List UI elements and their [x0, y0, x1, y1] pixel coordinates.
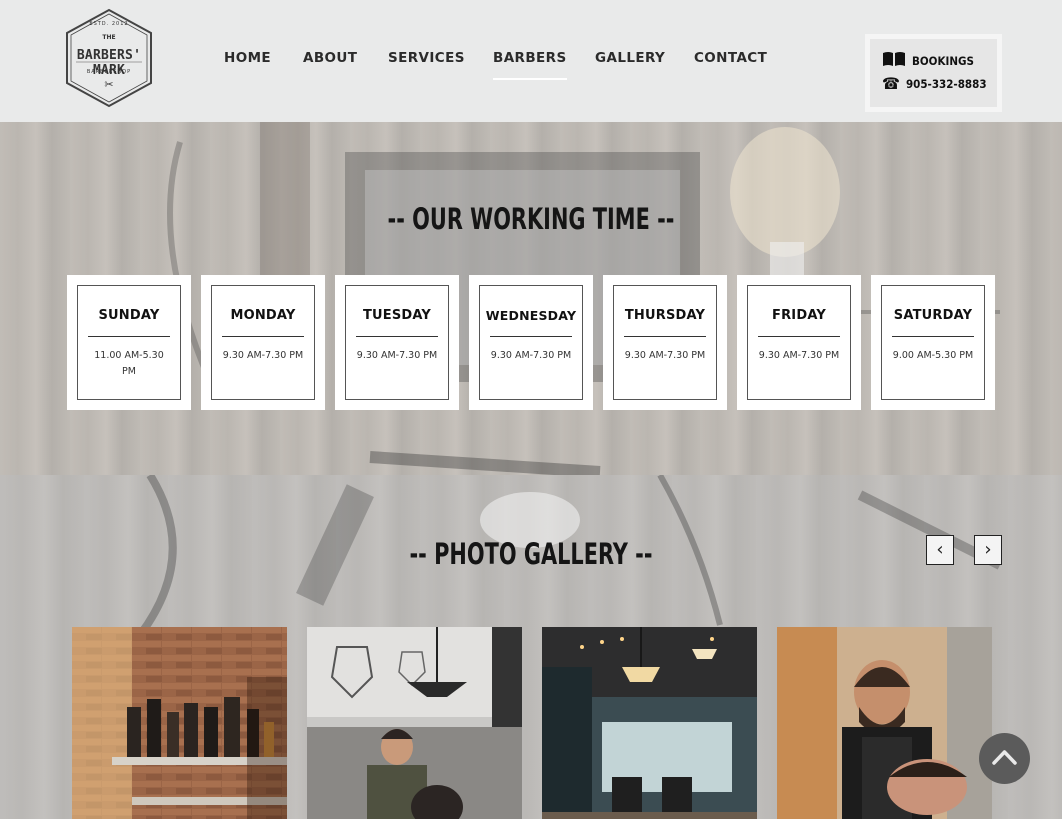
barbershop-logo[interactable]: ESTD. 2012 THE BARBERS' MARK BARBERSHOP …: [62, 8, 156, 108]
day-name: THURSDAY: [624, 308, 706, 323]
scroll-to-top-button[interactable]: [979, 733, 1030, 784]
divider: [758, 336, 840, 337]
gallery-photo[interactable]: [542, 627, 757, 819]
nav-home[interactable]: HOME: [224, 50, 271, 66]
day-name: MONDAY: [230, 308, 296, 323]
scissors-icon: ✂: [104, 78, 114, 91]
gallery-photo[interactable]: [307, 627, 522, 819]
day-name: SATURDAY: [893, 308, 973, 323]
day-card: WEDNESDAY 9.30 AM-7.30 PM: [469, 275, 593, 410]
nav-gallery[interactable]: GALLERY: [595, 50, 665, 66]
gallery-next-button[interactable]: ›: [974, 535, 1002, 565]
nav-barbers[interactable]: BARBERS: [493, 50, 567, 80]
day-hours: 9.30 AM-7.30 PM: [490, 350, 572, 361]
nav-about[interactable]: ABOUT: [303, 50, 357, 66]
day-name: WEDNESDAY: [485, 308, 577, 323]
gallery-prev-button[interactable]: ‹: [926, 535, 954, 565]
nav-services[interactable]: SERVICES: [388, 50, 465, 66]
nav-contact[interactable]: CONTACT: [694, 50, 767, 66]
day-hours: 9.30 AM-7.30 PM: [624, 350, 706, 361]
chevron-up-icon: [992, 750, 1017, 765]
bookings-link[interactable]: BOOKINGS: [882, 51, 974, 70]
divider: [356, 336, 438, 337]
booking-box: BOOKINGS ☎ 905-332-8883: [865, 34, 1002, 112]
day-card: SUNDAY 11.00 AM-5.30 PM: [67, 275, 191, 410]
divider: [892, 336, 974, 337]
gallery-photo[interactable]: [72, 627, 287, 819]
gallery-photo[interactable]: [777, 627, 992, 819]
book-icon: [882, 51, 906, 70]
phone-icon: ☎: [882, 74, 900, 93]
phone-number: 905-332-8883: [905, 77, 987, 91]
day-card: TUESDAY 9.30 AM-7.30 PM: [335, 275, 459, 410]
day-hours: 9.30 AM-7.30 PM: [758, 350, 840, 361]
bookings-label: BOOKINGS: [912, 53, 974, 68]
divider: [490, 336, 572, 337]
day-card: SATURDAY 9.00 AM-5.30 PM: [871, 275, 995, 410]
day-card: THURSDAY 9.30 AM-7.30 PM: [603, 275, 727, 410]
day-name: SUNDAY: [98, 308, 160, 323]
photo-gallery-title: -- PHOTO GALLERY --: [409, 537, 653, 571]
day-name: TUESDAY: [362, 308, 432, 323]
photo-gallery-section: -- PHOTO GALLERY -- ‹ ›: [0, 475, 1062, 819]
day-hours: 9.30 AM-7.30 PM: [356, 350, 438, 361]
divider: [222, 336, 304, 337]
logo-subtitle: BARBERSHOP: [86, 69, 132, 75]
logo-estd: ESTD. 2012: [89, 21, 129, 27]
divider: [624, 336, 706, 337]
day-name: FRIDAY: [772, 308, 826, 323]
day-hours: 11.00 AM-5.30 PM: [94, 350, 164, 377]
day-hours: 9.30 AM-7.30 PM: [222, 350, 304, 361]
chevron-right-icon: ›: [984, 539, 992, 560]
day-hours: 9.00 AM-5.30 PM: [892, 350, 974, 361]
working-time-title: -- OUR WORKING TIME --: [387, 202, 675, 236]
phone-link[interactable]: ☎ 905-332-8883: [882, 76, 987, 92]
day-card: FRIDAY 9.30 AM-7.30 PM: [737, 275, 861, 410]
logo-the: THE: [102, 34, 116, 41]
divider: [88, 336, 170, 337]
day-card: MONDAY 9.30 AM-7.30 PM: [201, 275, 325, 410]
chevron-left-icon: ‹: [936, 539, 944, 560]
site-header: ESTD. 2012 THE BARBERS' MARK BARBERSHOP …: [0, 0, 1062, 122]
working-time-section: -- OUR WORKING TIME -- SUNDAY 11.00 AM-5…: [0, 122, 1062, 475]
